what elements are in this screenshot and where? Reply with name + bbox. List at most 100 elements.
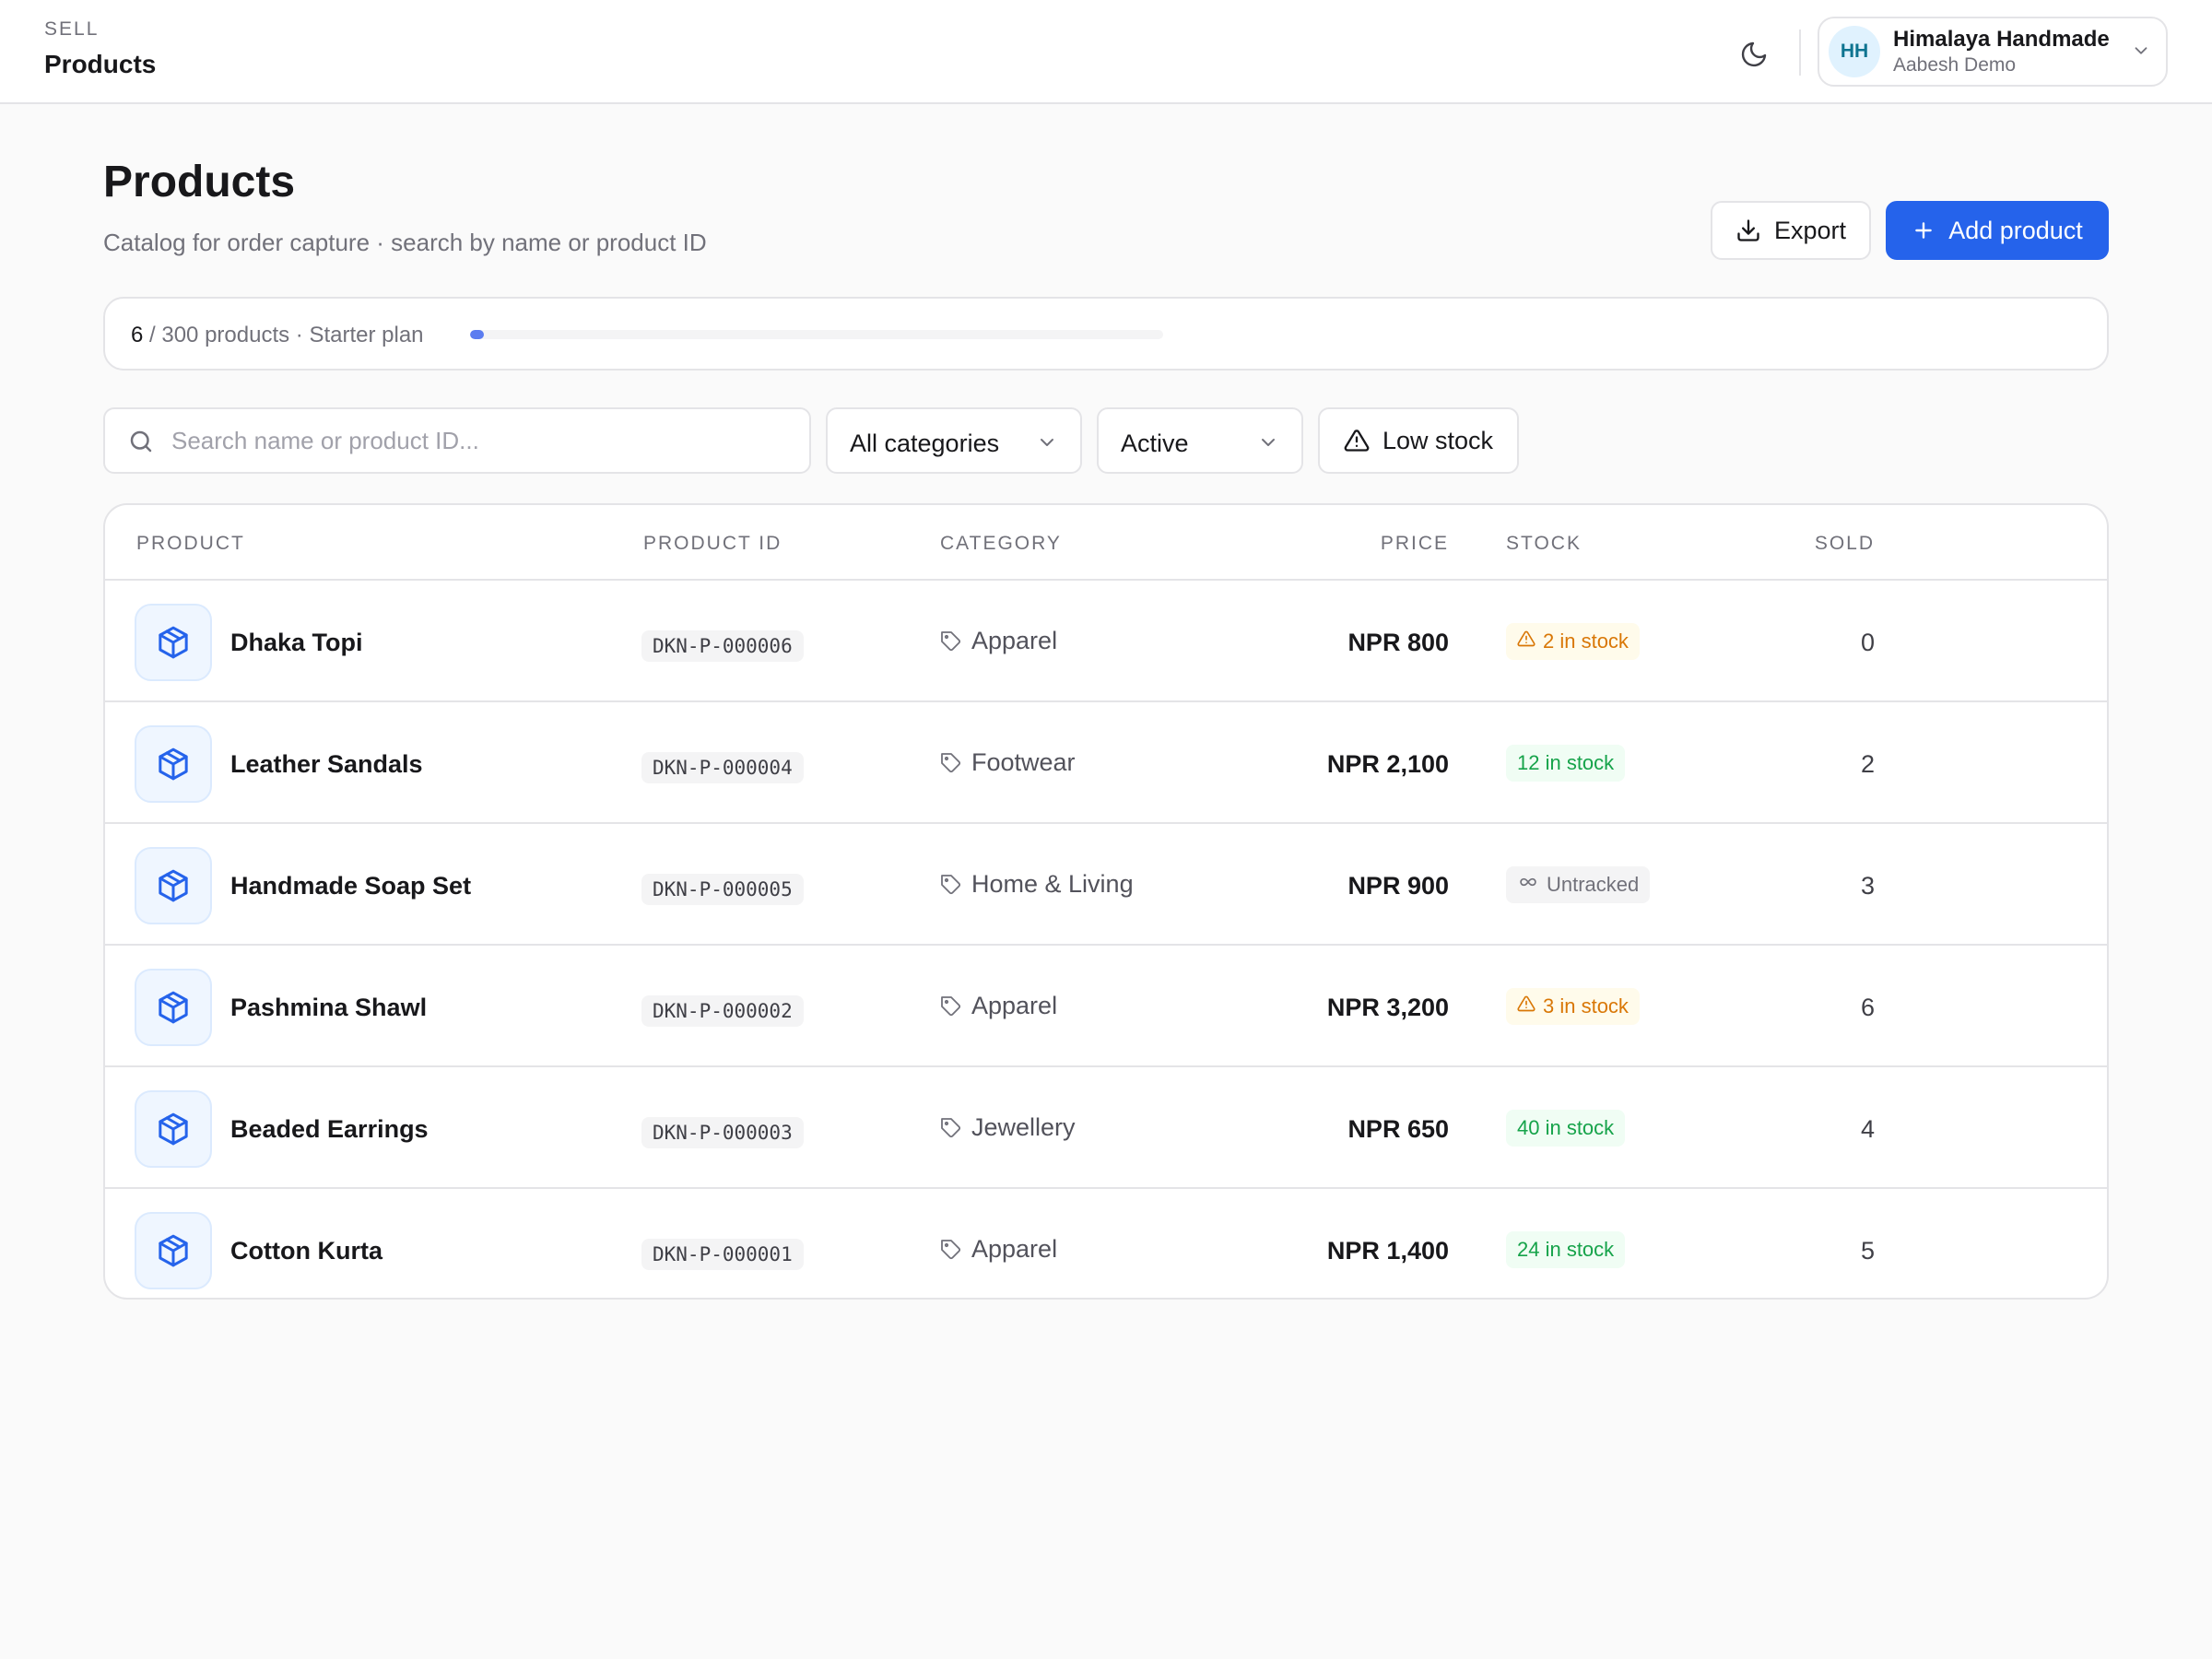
product-id: DKN-P-000001 (641, 1239, 804, 1270)
product-category: Apparel (940, 992, 1057, 1020)
product-sold-count: 3 (1860, 872, 1875, 900)
product-sold-count: 0 (1860, 629, 1875, 656)
package-icon (159, 1112, 188, 1146)
product-name[interactable]: Leather Sandals (230, 750, 423, 779)
infinity-icon (1520, 877, 1536, 887)
warning-triangle-icon (1344, 429, 1370, 452)
product-category: Apparel (940, 1235, 1057, 1264)
product-category-label: Jewellery (971, 1113, 1076, 1141)
stock-badge-label: 40 in stock (1517, 1116, 1615, 1139)
tag-icon (941, 995, 961, 1016)
category-filter-select[interactable]: All categories (826, 407, 1082, 474)
plan-usage-card: 6 / 300 products · Starter plan (103, 297, 2109, 371)
usage-progress-bar (470, 330, 1163, 339)
account-name: Himalaya Handmade (1893, 27, 2110, 52)
product-name[interactable]: Beaded Earrings (230, 1115, 429, 1144)
stock-badge-label: Untracked (1547, 873, 1640, 896)
product-name[interactable]: Dhaka Topi (230, 629, 363, 657)
add-product-label: Add product (1948, 216, 2083, 244)
chevron-down-icon (1041, 439, 1053, 446)
tag-icon (941, 630, 961, 651)
search-icon (130, 430, 152, 453)
product-thumbnail (135, 1212, 212, 1289)
product-id: DKN-P-000004 (641, 752, 804, 783)
product-category-label: Apparel (971, 1235, 1058, 1263)
product-sold-count: 6 (1860, 994, 1875, 1021)
column-header-sold[interactable]: SOLD (1815, 533, 1875, 555)
tag-icon (941, 752, 961, 772)
stock-badge: 24 in stock (1506, 1231, 1626, 1268)
column-header-product-id[interactable]: PRODUCT ID (643, 533, 782, 555)
stock-status-icon (1517, 629, 1535, 653)
product-price: NPR 800 (1347, 629, 1449, 656)
page-title: Products (103, 158, 296, 206)
table-row[interactable]: Dhaka Topi DKN-P-000006 Apparel NPR 800 … (105, 582, 2107, 702)
usage-count: 6 (131, 323, 144, 347)
product-sold-count: 4 (1860, 1115, 1875, 1143)
tag-icon (941, 1239, 961, 1259)
stock-badge: 12 in stock (1506, 745, 1626, 782)
low-stock-filter-button[interactable]: Low stock (1318, 407, 1519, 474)
add-product-button[interactable]: Add product (1886, 201, 2109, 260)
stock-status-icon (1517, 873, 1539, 897)
products-table: PRODUCT PRODUCT ID CATEGORY PRICE STOCK … (103, 503, 2109, 1300)
product-category-label: Footwear (971, 748, 1076, 776)
product-thumbnail (135, 604, 212, 681)
table-row[interactable]: Leather Sandals DKN-P-000004 Footwear NP… (105, 704, 2107, 824)
account-subtitle: Aabesh Demo (1893, 54, 2017, 76)
plus-icon (1915, 222, 1932, 239)
status-filter-value: Active (1121, 429, 1189, 457)
stock-badge: Untracked (1506, 866, 1651, 903)
product-name[interactable]: Handmade Soap Set (230, 872, 471, 900)
table-row[interactable]: Handmade Soap Set DKN-P-000005 Home & Li… (105, 826, 2107, 946)
top-bar: SELL Products HH Himalaya Handmade Aabes… (0, 0, 2212, 104)
column-header-product[interactable]: PRODUCT (136, 533, 245, 555)
moon-icon (1741, 41, 1767, 67)
stock-status-icon (1517, 994, 1535, 1018)
product-id: DKN-P-000005 (641, 874, 804, 905)
stock-badge-label: 12 in stock (1517, 751, 1615, 774)
stock-badge-label: 2 in stock (1543, 629, 1629, 653)
product-name[interactable]: Cotton Kurta (230, 1237, 382, 1265)
download-icon (1737, 219, 1759, 241)
column-header-stock[interactable]: STOCK (1506, 533, 1582, 555)
column-header-category[interactable]: CATEGORY (940, 533, 1062, 555)
table-row[interactable]: Cotton Kurta DKN-P-000001 Apparel NPR 1,… (105, 1191, 2107, 1298)
product-category: Jewellery (940, 1113, 1076, 1142)
product-price: NPR 900 (1347, 872, 1449, 900)
tag-icon (941, 1117, 961, 1137)
product-category: Footwear (940, 748, 1076, 777)
export-label: Export (1773, 216, 1847, 244)
status-filter-select[interactable]: Active (1097, 407, 1303, 474)
product-thumbnail (135, 847, 212, 924)
product-category: Home & Living (940, 870, 1134, 899)
search-input[interactable] (171, 422, 789, 459)
search-box (103, 407, 811, 474)
product-category-label: Home & Living (971, 870, 1134, 898)
export-button[interactable]: Export (1711, 201, 1871, 260)
product-id: DKN-P-000003 (641, 1117, 804, 1148)
table-header: PRODUCT PRODUCT ID CATEGORY PRICE STOCK … (105, 505, 2107, 581)
table-row[interactable]: Beaded Earrings DKN-P-000003 Jewellery N… (105, 1069, 2107, 1189)
usage-progress-fill (470, 330, 485, 339)
package-icon (159, 747, 188, 781)
product-name[interactable]: Pashmina Shawl (230, 994, 427, 1022)
column-header-price[interactable]: PRICE (1381, 533, 1449, 555)
page-subtitle: Catalog for order capture · search by na… (103, 229, 707, 256)
product-price: NPR 1,400 (1326, 1237, 1449, 1265)
product-category-label: Apparel (971, 627, 1058, 654)
warning-triangle-icon (1517, 630, 1535, 647)
package-icon (159, 991, 188, 1024)
product-thumbnail (135, 969, 212, 1046)
product-price: NPR 650 (1347, 1115, 1449, 1143)
product-sold-count: 5 (1860, 1237, 1875, 1265)
stock-badge-label: 3 in stock (1543, 994, 1629, 1018)
table-row[interactable]: Pashmina Shawl DKN-P-000002 Apparel NPR … (105, 947, 2107, 1067)
theme-toggle-button[interactable] (1733, 33, 1775, 76)
product-category-label: Apparel (971, 992, 1058, 1019)
account-switcher[interactable]: HH Himalaya Handmade Aabesh Demo (1818, 17, 2168, 87)
product-sold-count: 2 (1860, 750, 1875, 778)
product-id: DKN-P-000002 (641, 995, 804, 1027)
tag-icon (941, 874, 961, 894)
stock-badge: 3 in stock (1506, 988, 1640, 1025)
